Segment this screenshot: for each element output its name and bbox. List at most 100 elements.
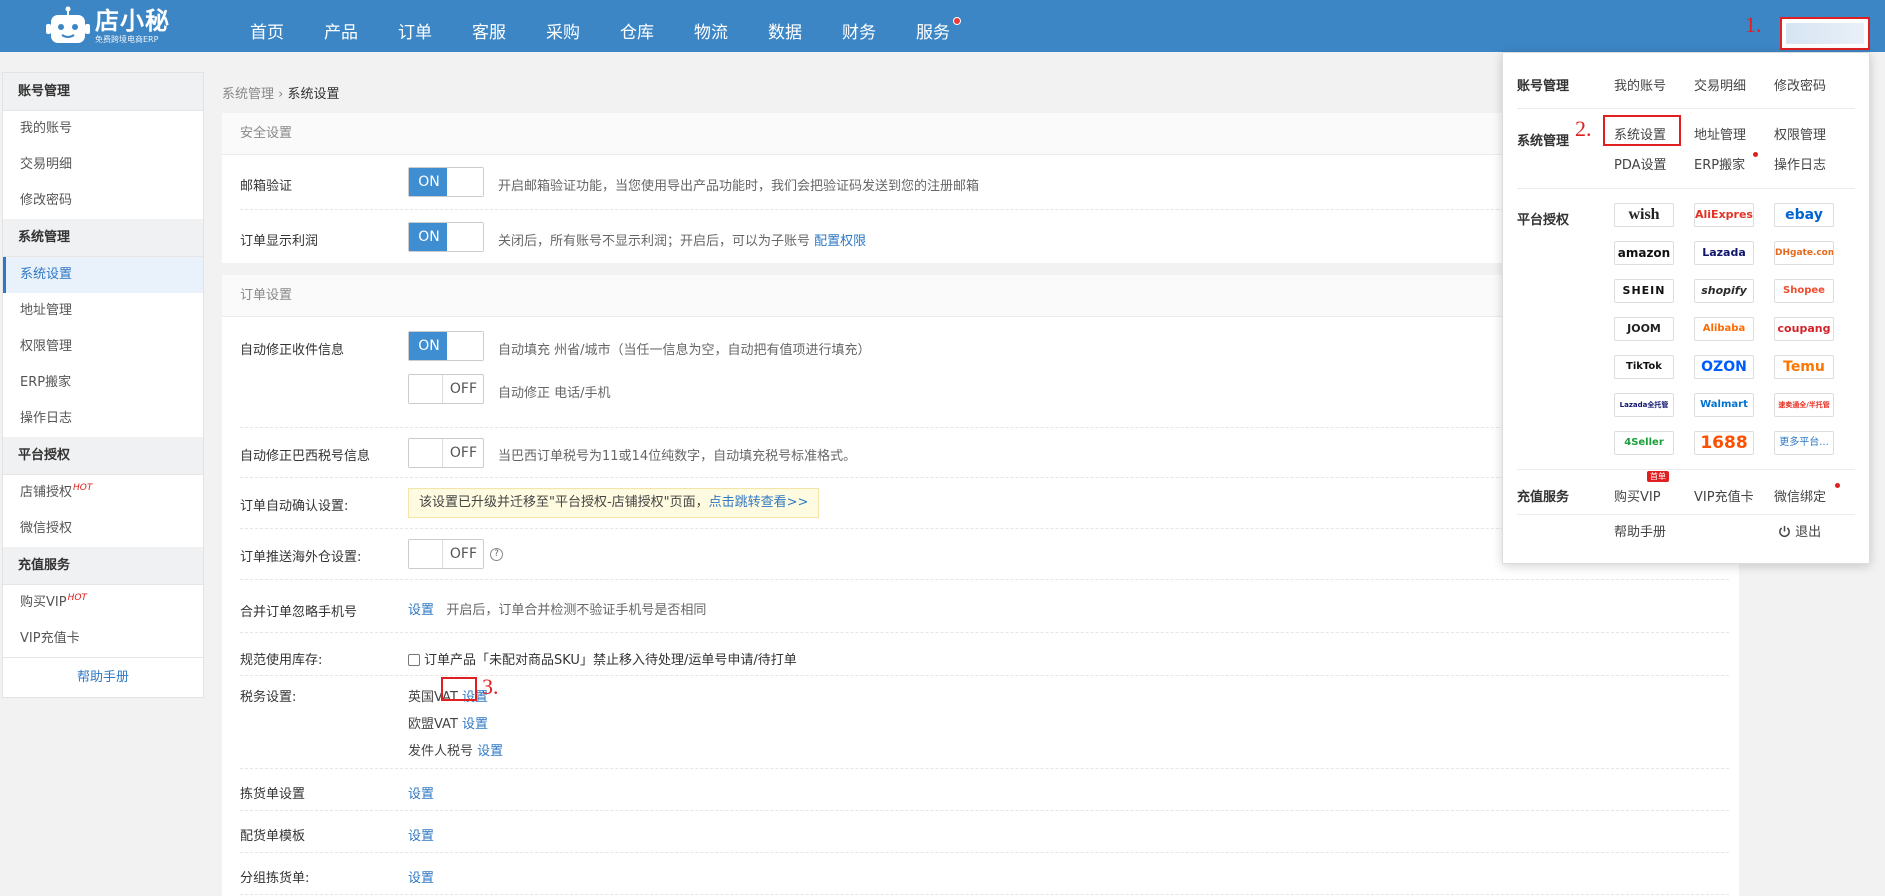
sidebar-item-operation-log[interactable]: 操作日志 <box>3 401 203 437</box>
setting-row-picking: 拣货单设置 设置 <box>240 769 1729 811</box>
nav-services[interactable]: 服务 <box>896 0 970 52</box>
highlight-box-step3 <box>441 677 477 701</box>
dropdown-transactions[interactable]: 交易明细 <box>1694 75 1746 94</box>
breadcrumb-separator: › <box>278 87 284 102</box>
autofix-label: 自动修正收件信息 <box>240 343 345 358</box>
platform-lazada-logo[interactable]: Lazada <box>1694 241 1754 265</box>
dropdown-address[interactable]: 地址管理 <box>1694 124 1746 143</box>
sidebar-item-transactions[interactable]: 交易明细 <box>3 147 203 183</box>
top-navbar: 店小秘 免费跨境电商ERP 首页 产品 订单 客服 采购 仓库 物流 数据 财务… <box>0 0 1885 52</box>
merge-settings-link[interactable]: 设置 <box>408 603 434 618</box>
group-picking-settings-link[interactable]: 设置 <box>408 867 434 886</box>
sidebar-item-wechat-auth[interactable]: 微信授权 <box>3 511 203 547</box>
platform-joom-logo[interactable]: JOOM <box>1614 317 1674 341</box>
dropdown-system-settings[interactable]: 系统设置 <box>1614 124 1666 143</box>
platform-dhgate-logo[interactable]: DHgate.com <box>1774 241 1834 265</box>
hot-badge: HOT <box>67 593 87 603</box>
toggle-knob <box>409 375 443 403</box>
platform-lazada-full-logo[interactable]: Lazada全托管 <box>1614 393 1674 417</box>
picking-settings-link[interactable]: 设置 <box>408 783 434 802</box>
dropdown-operation-log[interactable]: 操作日志 <box>1774 154 1826 173</box>
dropdown-logout[interactable]: 退出 <box>1778 521 1821 540</box>
nav-purchasing[interactable]: 采购 <box>526 0 600 52</box>
more-platforms-button[interactable]: 更多平台... <box>1774 431 1834 455</box>
dropdown-erp-migration[interactable]: ERP搬家 <box>1694 154 1745 173</box>
help-question-icon[interactable]: ? <box>490 548 503 561</box>
platform-aliexpress-logo[interactable]: AliExpress <box>1694 203 1754 227</box>
dropdown-permissions[interactable]: 权限管理 <box>1774 124 1826 143</box>
eu-vat-settings-link[interactable]: 设置 <box>462 717 488 732</box>
dropdown-wechat-bind[interactable]: 微信绑定 <box>1774 486 1826 505</box>
show-profit-toggle[interactable]: ON <box>408 222 484 252</box>
platform-walmart-logo[interactable]: Walmart <box>1694 393 1754 417</box>
dropdown-help-manual[interactable]: 帮助手册 <box>1614 521 1666 540</box>
platform-1688-logo[interactable]: 1688 <box>1694 431 1754 455</box>
hot-badge: HOT <box>73 483 93 493</box>
overseas-push-toggle[interactable]: OFF <box>408 539 484 569</box>
show-profit-desc: 关闭后，所有账号不显示利润；开启后，可以为子账号 配置权限 <box>498 230 866 249</box>
platform-shein-logo[interactable]: SHEIN <box>1614 279 1674 303</box>
toggle-knob <box>447 223 483 251</box>
dropdown-account-section: 账号管理 我的账号 交易明细 修改密码 <box>1517 53 1855 109</box>
platform-wish-logo[interactable]: wish <box>1614 203 1674 227</box>
notification-dot <box>1835 483 1840 488</box>
platform-aliexpress-managed-logo[interactable]: 速卖通全/半托管 <box>1774 393 1834 417</box>
brazil-tax-toggle[interactable]: OFF <box>408 438 484 468</box>
dropdown-buy-vip[interactable]: 购买VIP <box>1614 486 1661 505</box>
sidebar-item-shop-auth[interactable]: 店铺授权HOT <box>3 475 203 511</box>
nav-customer-service[interactable]: 客服 <box>452 0 526 52</box>
nav-warehouse[interactable]: 仓库 <box>600 0 674 52</box>
sidebar-item-change-password[interactable]: 修改密码 <box>3 183 203 219</box>
nav-logistics[interactable]: 物流 <box>674 0 748 52</box>
sidebar-item-permissions[interactable]: 权限管理 <box>3 329 203 365</box>
platform-ebay-logo[interactable]: ebay <box>1774 203 1834 227</box>
platform-amazon-logo[interactable]: amazon <box>1614 241 1674 265</box>
platform-shopee-logo[interactable]: Shopee <box>1774 279 1834 303</box>
nav-data[interactable]: 数据 <box>748 0 822 52</box>
sidebar-item-vip-card[interactable]: VIP充值卡 <box>3 621 203 657</box>
dropdown-platform-section: 平台授权 wish AliExpress ebay amazon Lazada … <box>1517 189 1855 470</box>
platform-shopify-logo[interactable]: shopify <box>1694 279 1754 303</box>
tax-settings-label: 税务设置: <box>240 690 297 705</box>
annotation-step2: 2. <box>1575 116 1592 141</box>
notification-dot <box>1753 152 1758 157</box>
autofix-state-toggle[interactable]: ON <box>408 331 484 361</box>
sidebar-item-address[interactable]: 地址管理 <box>3 293 203 329</box>
sender-tax-settings-link[interactable]: 设置 <box>477 744 503 759</box>
platform-coupang-logo[interactable]: coupang <box>1774 317 1834 341</box>
platform-tiktok-logo[interactable]: TikTok <box>1614 355 1674 379</box>
nav-home[interactable]: 首页 <box>230 0 304 52</box>
user-account-button[interactable] <box>1780 17 1870 50</box>
nav-orders[interactable]: 订单 <box>378 0 452 52</box>
breadcrumb-current: 系统设置 <box>287 87 340 102</box>
autoconfirm-jump-link[interactable]: 点击跳转查看>> <box>709 495 809 510</box>
sidebar-help-link[interactable]: 帮助手册 <box>3 657 203 697</box>
configure-permissions-link[interactable]: 配置权限 <box>814 234 866 249</box>
stock-usage-checkbox[interactable] <box>408 654 420 666</box>
dropdown-pda-settings[interactable]: PDA设置 <box>1614 154 1667 173</box>
toggle-off-state: OFF <box>449 445 477 461</box>
sidebar-item-buy-vip[interactable]: 购买VIPHOT <box>3 585 203 621</box>
nav-products[interactable]: 产品 <box>304 0 378 52</box>
nav-finance[interactable]: 财务 <box>822 0 896 52</box>
logo[interactable]: 店小秘 免费跨境电商ERP <box>45 6 170 46</box>
platform-alibaba-logo[interactable]: Alibaba <box>1694 317 1754 341</box>
picking-list-label: 拣货单设置 <box>240 787 306 802</box>
toggle-off-state: OFF <box>449 546 477 562</box>
sidebar-item-system-settings[interactable]: 系统设置 <box>3 257 203 293</box>
autofix-phone-toggle[interactable]: OFF <box>408 374 484 404</box>
platform-ozon-logo[interactable]: OZON <box>1694 355 1754 379</box>
sidebar-item-my-account[interactable]: 我的账号 <box>3 111 203 147</box>
breadcrumb-parent[interactable]: 系统管理 <box>222 87 274 102</box>
main-nav: 首页 产品 订单 客服 采购 仓库 物流 数据 财务 服务 <box>230 0 970 52</box>
dropdown-vip-card[interactable]: VIP充值卡 <box>1694 486 1754 505</box>
power-icon <box>1779 525 1790 537</box>
dropdown-my-account[interactable]: 我的账号 <box>1614 75 1666 94</box>
dropdown-change-password[interactable]: 修改密码 <box>1774 75 1826 94</box>
sidebar-item-erp-migration[interactable]: ERP搬家 <box>3 365 203 401</box>
packing-settings-link[interactable]: 设置 <box>408 825 434 844</box>
platform-4seller-logo[interactable]: 4Seller <box>1614 431 1674 455</box>
platform-temu-logo[interactable]: Temu <box>1774 355 1834 379</box>
autofix-state-desc: 自动填充 州省/城市（当任一信息为空，自动把有值项进行填充） <box>498 343 871 358</box>
email-verify-toggle[interactable]: ON <box>408 167 484 197</box>
